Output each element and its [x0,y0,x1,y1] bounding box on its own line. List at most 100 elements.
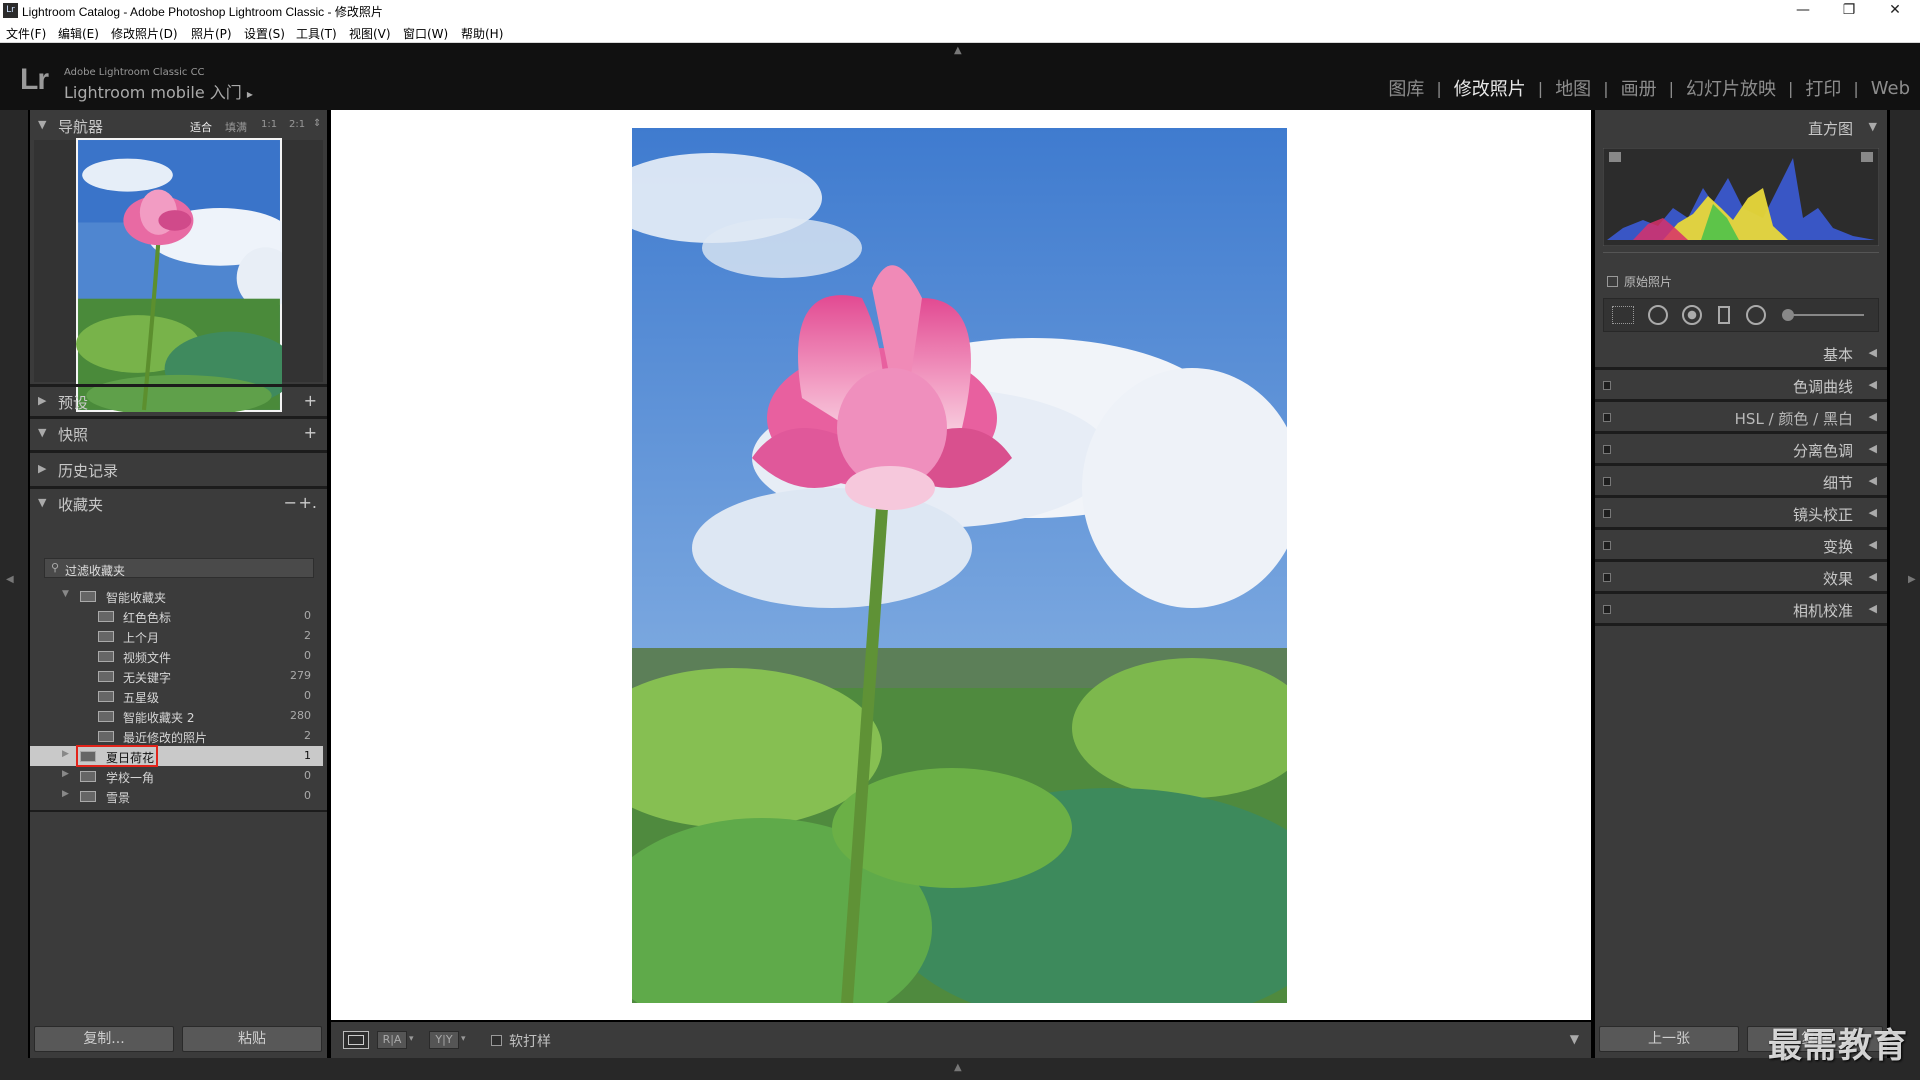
panel-switch-icon[interactable] [1603,541,1611,550]
panel-switch-icon[interactable] [1603,605,1611,614]
detail-panel-header[interactable]: 细节 ◀ [1595,466,1887,496]
chevron-down-icon[interactable]: ▾ [461,1034,466,1044]
module-map[interactable]: 地图 [1555,75,1591,101]
menu-view[interactable]: 视图(V) [349,25,391,42]
menu-tools[interactable]: 工具(T) [296,25,337,42]
collection-count: 0 [304,689,311,702]
collection-item[interactable]: 无关键字 279 [30,666,323,686]
paste-settings-button[interactable]: 粘贴 [182,1026,322,1052]
collection-item[interactable]: ▶ 学校一角 0 [30,766,323,786]
add-preset-icon[interactable]: + [304,391,317,410]
remove-collection-icon[interactable]: − [284,493,297,512]
collection-set-icon [80,591,96,602]
toolbar-menu-icon[interactable]: ▼ [1570,1032,1579,1046]
before-after-yy-icon[interactable]: Y|Y [429,1031,459,1049]
navigator-thumbnail[interactable] [76,138,282,412]
maximize-button[interactable]: ❐ [1826,0,1872,22]
panel-switch-icon[interactable] [1603,445,1611,454]
top-panel-toggle-icon[interactable]: ▲ [954,45,962,56]
product-name: Adobe Lightroom Classic CC [64,67,205,78]
histogram-header[interactable]: 直方图 ▼ [1595,112,1887,142]
expand-icon[interactable]: ▼ [62,589,69,599]
lens-corrections-panel-header[interactable]: 镜头校正 ◀ [1595,498,1887,528]
filmstrip-toggle-icon[interactable]: ▲ [954,1062,962,1073]
history-header[interactable]: ▶ 历史记录 [30,456,327,484]
menu-help[interactable]: 帮助(H) [461,25,503,42]
collection-filter-input[interactable]: ⚲ 过滤收藏夹 [44,558,314,578]
close-button[interactable]: ✕ [1872,0,1918,22]
brush-slider[interactable] [1784,314,1864,316]
original-photo-checkbox[interactable] [1607,276,1618,287]
module-library[interactable]: 图库 [1388,75,1424,101]
add-snapshot-icon[interactable]: + [304,423,317,442]
camera-calibration-panel-header[interactable]: 相机校准 ◀ [1595,594,1887,624]
collection-item[interactable]: ▶ 雪景 0 [30,786,323,806]
snapshots-header[interactable]: ▼ 快照 + [30,420,327,448]
collection-item[interactable]: 红色色标 0 [30,606,323,626]
brush-icon[interactable] [1782,309,1794,321]
filter-label: 过滤收藏夹 [65,564,126,578]
zoom-fill[interactable]: 填满 [225,119,247,135]
lightroom-mobile-link[interactable]: Lightroom mobile 入门 ▸ [64,79,253,103]
collection-item[interactable]: 最近修改的照片 2 [30,726,323,746]
collection-item[interactable]: 视频文件 0 [30,646,323,666]
menu-develop[interactable]: 修改照片(D) [111,25,178,42]
red-eye-icon[interactable] [1682,305,1702,325]
soft-proof-checkbox[interactable] [491,1035,502,1046]
effects-panel-header[interactable]: 效果 ◀ [1595,562,1887,592]
crop-tool-icon[interactable] [1612,306,1634,324]
panel-switch-icon[interactable] [1603,509,1611,518]
right-panel-toggle-icon[interactable]: ▶ [1908,574,1916,585]
collapse-icon[interactable]: ▶ [62,769,69,779]
hsl-panel-header[interactable]: HSL / 颜色 / 黑白 ◀ [1595,402,1887,432]
graduated-filter-icon[interactable] [1718,306,1730,324]
spot-removal-icon[interactable] [1648,305,1668,325]
before-after-ra-icon[interactable]: R|A [377,1031,407,1049]
add-collection-icon[interactable]: +. [299,493,318,512]
collection-name: 无关键字 [123,671,172,685]
smart-collection-set[interactable]: ▼ 智能收藏夹 [30,586,323,606]
right-edge: ▶ [1890,110,1920,1058]
main-photo[interactable] [632,128,1287,1003]
collection-item-selected[interactable]: ▶ 夏日荷花 1 [30,745,323,767]
module-print[interactable]: 打印 [1805,75,1841,101]
transform-panel-header[interactable]: 变换 ◀ [1595,530,1887,560]
menu-file[interactable]: 文件(F) [6,25,46,42]
menu-window[interactable]: 窗口(W) [403,25,448,42]
chevron-down-icon[interactable]: ▾ [409,1034,414,1044]
radial-filter-icon[interactable] [1746,305,1766,325]
zoom-more-icon[interactable]: ⇕ [313,118,321,129]
panel-switch-icon[interactable] [1603,477,1611,486]
navigator-header[interactable]: ▼ 导航器 适合 填满 1:1 2:1 ⇕ [30,112,327,140]
loupe-view-icon[interactable] [343,1031,369,1049]
menu-settings[interactable]: 设置(S) [244,25,285,42]
previous-button[interactable]: 上一张 [1599,1026,1739,1052]
menu-photo[interactable]: 照片(P) [191,25,232,42]
module-book[interactable]: 画册 [1621,75,1657,101]
presets-header[interactable]: ▶ 预设 + [30,388,327,416]
module-web[interactable]: Web [1871,78,1910,99]
panel-switch-icon[interactable] [1603,381,1611,390]
panel-switch-icon[interactable] [1603,573,1611,582]
zoom-1-1[interactable]: 1:1 [261,119,277,130]
collapse-icon[interactable]: ▶ [62,789,69,799]
panel-switch-icon[interactable] [1603,413,1611,422]
minimize-button[interactable]: — [1780,0,1826,22]
histogram-graph[interactable] [1603,148,1879,246]
collection-item[interactable]: 五星级 0 [30,686,323,706]
left-panel-toggle-icon[interactable]: ◀ [6,574,14,585]
collection-item[interactable]: 上个月 2 [30,626,323,646]
menu-edit[interactable]: 编辑(E) [58,25,99,42]
collection-item[interactable]: 智能收藏夹 2 280 [30,706,323,726]
zoom-2-1[interactable]: 2:1 [289,119,305,130]
module-develop[interactable]: 修改照片 [1454,75,1526,101]
zoom-fit[interactable]: 适合 [190,119,212,135]
snapshots-title: 快照 [58,426,89,444]
collapse-icon[interactable]: ▶ [62,749,69,759]
collections-header[interactable]: ▼ 收藏夹 − +. [30,490,327,518]
module-slideshow[interactable]: 幻灯片放映 [1686,75,1776,101]
basic-panel-header[interactable]: 基本 ◀ [1595,338,1887,368]
copy-settings-button[interactable]: 复制... [34,1026,174,1052]
tone-curve-panel-header[interactable]: 色调曲线 ◀ [1595,370,1887,400]
split-toning-panel-header[interactable]: 分离色调 ◀ [1595,434,1887,464]
